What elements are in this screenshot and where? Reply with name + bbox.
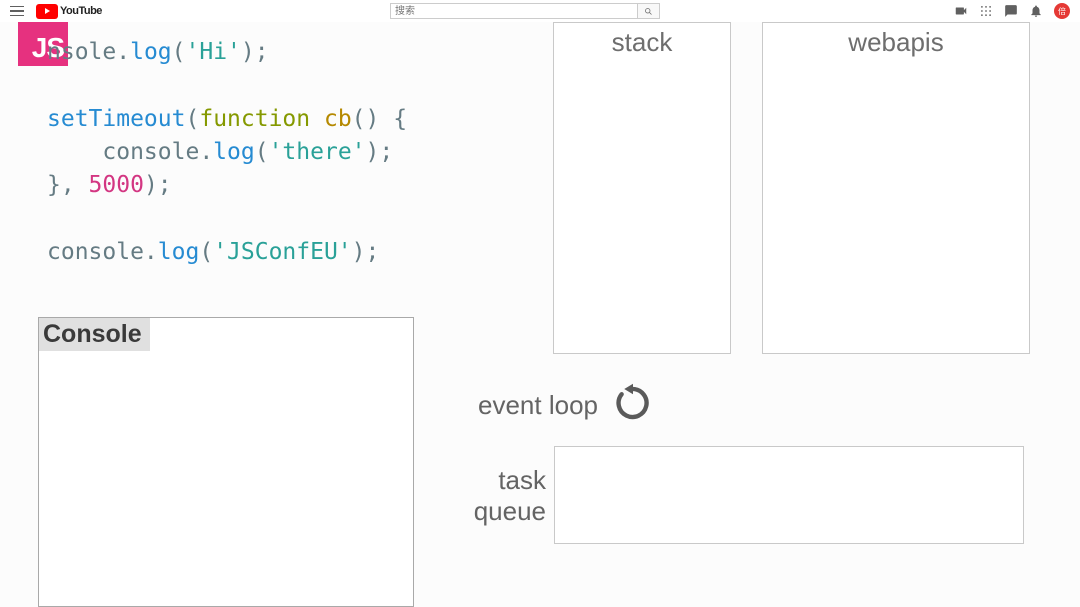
notifications-bell-icon[interactable] bbox=[1029, 4, 1043, 18]
logo-text: YouTube bbox=[60, 5, 102, 17]
stack-title: stack bbox=[554, 23, 730, 58]
search-icon bbox=[644, 7, 653, 16]
code-func: setTimeout bbox=[47, 106, 185, 132]
code-punct: ( bbox=[255, 139, 269, 165]
code-method: log bbox=[158, 239, 200, 265]
code-keyword: function bbox=[199, 106, 310, 132]
code-punct: ); bbox=[144, 172, 172, 198]
webapis-box: webapis bbox=[762, 22, 1030, 354]
code-punct: ); bbox=[352, 239, 380, 265]
code-punct: ( bbox=[199, 239, 213, 265]
code-punct: ( bbox=[185, 106, 199, 132]
code-method: log bbox=[130, 39, 172, 65]
event-loop: event loop bbox=[478, 382, 654, 429]
code-text: console. bbox=[47, 239, 158, 265]
code-string: 'there' bbox=[269, 139, 366, 165]
webapis-title: webapis bbox=[763, 23, 1029, 58]
console-panel: Console bbox=[38, 317, 414, 607]
code-method: log bbox=[213, 139, 255, 165]
task-queue-box bbox=[554, 446, 1024, 544]
code-block: nsole.log('Hi'); setTimeout(function cb(… bbox=[47, 36, 407, 269]
search-bar bbox=[390, 3, 660, 19]
task-queue-label: task queue bbox=[466, 465, 546, 527]
code-punct: ( bbox=[172, 39, 186, 65]
code-string: 'JSConfEU' bbox=[213, 239, 351, 265]
header-actions: 倍 bbox=[954, 0, 1070, 22]
event-loop-label: event loop bbox=[478, 390, 598, 421]
app-header: YouTube 倍 bbox=[0, 0, 1080, 22]
code-number: 5000 bbox=[89, 172, 144, 198]
search-button[interactable] bbox=[638, 3, 660, 19]
search-input[interactable] bbox=[390, 3, 638, 19]
play-icon bbox=[36, 4, 58, 19]
loop-arrow-icon bbox=[612, 382, 654, 429]
create-video-icon[interactable] bbox=[954, 4, 968, 18]
apps-grid-icon[interactable] bbox=[979, 4, 993, 18]
video-content: JS nsole.log('Hi'); setTimeout(function … bbox=[0, 22, 1080, 607]
code-text: console. bbox=[47, 139, 213, 165]
messages-icon[interactable] bbox=[1004, 4, 1018, 18]
console-title: Console bbox=[39, 318, 150, 351]
youtube-logo[interactable]: YouTube bbox=[36, 4, 102, 19]
user-avatar[interactable]: 倍 bbox=[1054, 3, 1070, 19]
stack-box: stack bbox=[553, 22, 731, 354]
code-punct: ); bbox=[366, 139, 394, 165]
code-text: nsole. bbox=[47, 39, 130, 65]
code-punct: () { bbox=[352, 106, 407, 132]
code-punct: ); bbox=[241, 39, 269, 65]
code-name: cb bbox=[310, 106, 352, 132]
hamburger-menu-icon[interactable] bbox=[10, 2, 28, 20]
code-punct: }, bbox=[47, 172, 89, 198]
code-string: 'Hi' bbox=[186, 39, 241, 65]
